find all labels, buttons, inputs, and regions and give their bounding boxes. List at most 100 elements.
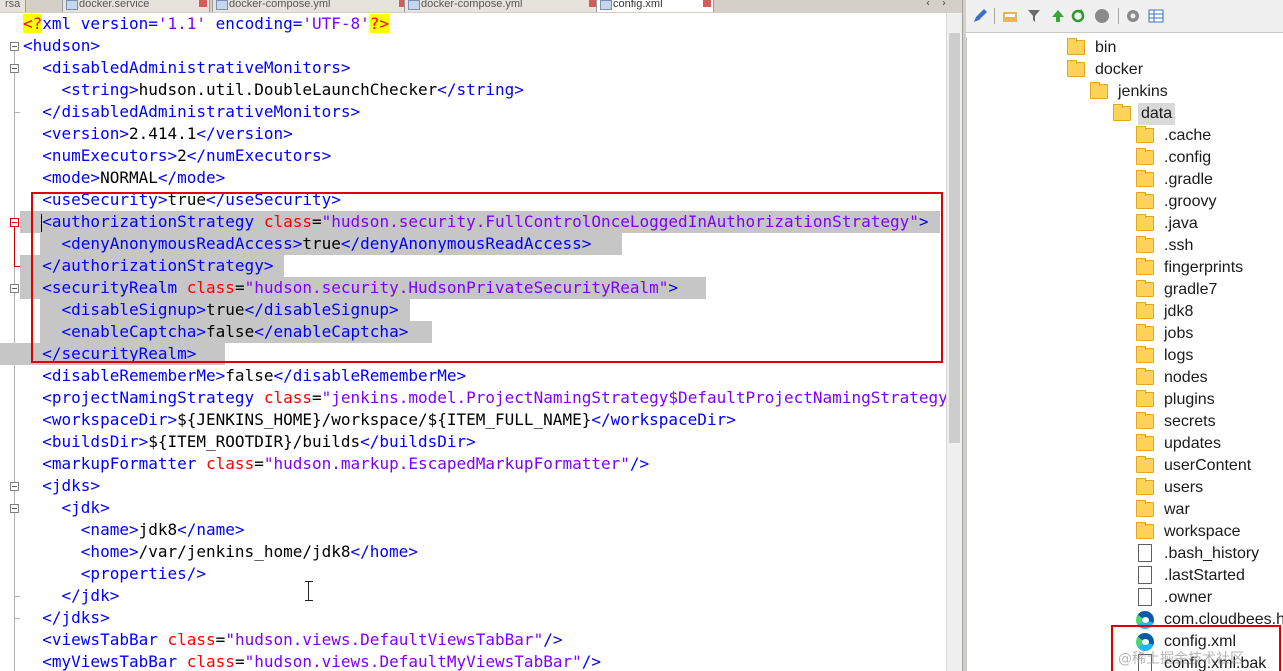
code-token: = — [234, 278, 245, 297]
fold-toggle-icon[interactable] — [10, 482, 19, 491]
code-token: <numExecutors> — [42, 146, 178, 165]
code-token: 2.414.1 — [128, 124, 197, 143]
code-token: </disabledAdministrativeMonitors> — [42, 102, 361, 121]
file-icon — [1138, 654, 1152, 671]
code-token: "hudson.security.HudsonPrivateSecurityRe… — [244, 278, 669, 297]
code-line: <enableCaptcha>false</enableCaptcha> — [23, 321, 946, 343]
code-line: <jdk> — [23, 497, 946, 519]
code-editor[interactable]: <?xml version='1.1' encoding='UTF-8'?> <h… — [0, 13, 946, 671]
tab-label: config.xml — [613, 0, 663, 10]
code-token: <properties/> — [80, 564, 207, 583]
tree-item-label: workspace — [1164, 523, 1241, 540]
chevron-left-icon[interactable]: ‹ — [922, 0, 934, 12]
up-arrow-icon[interactable] — [1050, 8, 1066, 24]
tab-rsa[interactable]: rsa — [0, 0, 26, 12]
folder-icon — [1136, 192, 1154, 209]
file-icon — [1138, 566, 1152, 584]
code-token: true — [167, 190, 207, 209]
tree-item-label: .ssh — [1164, 237, 1194, 254]
tree-item-label: config.xml — [1164, 633, 1237, 650]
code-token: = — [215, 630, 226, 649]
code-line: <securityRealm class="hudson.security.Hu… — [20, 277, 946, 299]
code-lines: <?xml version='1.1' encoding='UTF-8'?> <h… — [0, 13, 946, 671]
fold-toggle-icon[interactable] — [10, 218, 19, 227]
code-line: <?xml version='1.1' encoding='UTF-8'?> — [23, 13, 946, 35]
code-line: <properties/> — [23, 563, 946, 585]
code-token: <disableSignup> — [61, 300, 207, 319]
edit-icon[interactable] — [972, 8, 988, 24]
code-token: class — [186, 278, 235, 297]
tab-docker-compose-1[interactable]: docker-compose.yml — [212, 0, 410, 12]
code-line: <denyAnonymousReadAccess>true</denyAnony… — [23, 233, 946, 255]
folder-icon — [1136, 434, 1154, 451]
tab-docker-compose-2[interactable]: docker-compose.yml — [404, 0, 600, 12]
vertical-scrollbar[interactable] — [946, 13, 963, 671]
code-token: > — [918, 212, 929, 231]
code-token: </denyAnonymousReadAccess> — [340, 234, 592, 253]
code-token: <workspaceDir> — [42, 410, 178, 429]
edge-browser-icon — [1136, 611, 1154, 629]
code-token: = — [312, 212, 322, 231]
file-icon — [1138, 544, 1152, 562]
fold-toggle-icon[interactable] — [10, 42, 19, 51]
code-token: = — [312, 388, 322, 407]
folder-icon — [1136, 126, 1154, 143]
tree-item-label: config.xml.bak — [1164, 655, 1267, 671]
tab-config-xml[interactable]: config.xml — [596, 0, 714, 12]
fold-toggle-icon[interactable] — [10, 284, 19, 293]
code-token: ${JENKINS_HOME}/workspace/${ITEM_FULL_NA… — [177, 410, 592, 429]
filter-icon[interactable] — [1026, 8, 1042, 24]
gear-icon[interactable] — [1125, 8, 1141, 24]
stop-icon[interactable] — [1094, 8, 1110, 24]
code-token: false — [206, 322, 255, 341]
code-token: 2 — [177, 146, 187, 165]
grid-view-icon[interactable] — [1148, 8, 1164, 24]
scrollbar-thumb[interactable] — [949, 33, 960, 443]
file-icon — [408, 0, 420, 10]
code-token: </securityRealm> — [42, 344, 197, 363]
tab-docker-service[interactable]: docker.service — [62, 0, 210, 12]
close-icon[interactable] — [199, 0, 207, 7]
tree-item-label: .groovy — [1164, 193, 1217, 210]
code-token: <buildsDir> — [42, 432, 149, 451]
close-icon[interactable] — [703, 0, 711, 7]
open-folder-icon[interactable] — [1002, 8, 1018, 24]
code-line: </jdk> — [23, 585, 946, 607]
code-token: <projectNamingStrategy — [42, 388, 264, 407]
folder-icon — [1136, 346, 1154, 363]
tree-item-label: com.cloudbees.h — [1164, 611, 1283, 628]
code-token: 'UTF-8' — [302, 14, 370, 33]
code-token: <version> — [42, 124, 129, 143]
tree-item-label: .java — [1164, 215, 1198, 232]
fold-toggle-icon[interactable] — [10, 64, 19, 73]
code-token: "hudson.views.DefaultViewsTabBar" — [225, 630, 544, 649]
file-browser-toolbar — [966, 0, 1283, 33]
code-token: "jenkins.model.ProjectNamingStrategy$Def… — [321, 388, 946, 407]
code-token: /> — [581, 652, 601, 671]
code-line: <useSecurity>true</useSecurity> — [23, 189, 946, 211]
tree-item-label: fingerprints — [1164, 259, 1244, 276]
file-browser-panel: bin docker jenkins data .cache .config .gradle… — [966, 0, 1283, 671]
code-token: false — [225, 366, 274, 385]
folder-icon — [1113, 104, 1131, 121]
code-token: </name> — [177, 520, 245, 539]
code-token: <home> — [80, 542, 139, 561]
code-line: <string>hudson.util.DoubleLaunchChecker<… — [23, 79, 946, 101]
document-tab-bar: rsa docker.service docker-compose.yml do… — [0, 0, 962, 14]
fold-toggle-icon[interactable] — [10, 504, 19, 513]
code-token: <myViewsTabBar — [42, 652, 187, 671]
chevron-right-icon[interactable]: › — [938, 0, 950, 12]
code-token: </disableRememberMe> — [273, 366, 467, 385]
refresh-icon[interactable] — [1070, 8, 1086, 24]
